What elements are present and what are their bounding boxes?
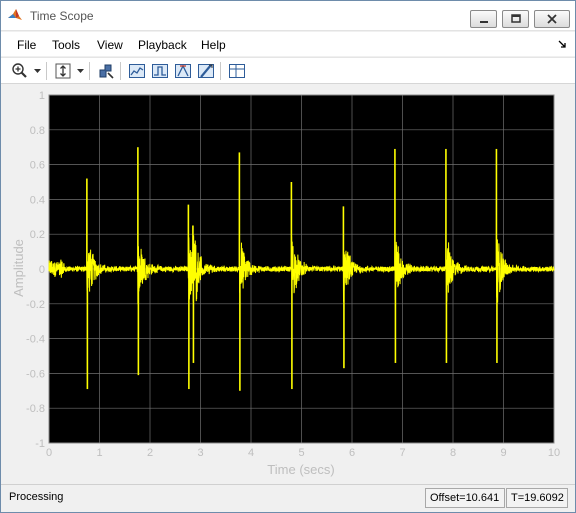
y-tick-label: -0.8 — [26, 403, 45, 415]
y-tick-label: -0.4 — [26, 334, 45, 346]
maximize-button[interactable] — [502, 10, 529, 28]
x-tick-label: 5 — [298, 447, 304, 459]
x-tick-label: 3 — [197, 447, 203, 459]
x-tick-label: 6 — [349, 447, 355, 459]
x-tick-label: 4 — [248, 447, 254, 459]
menu-file[interactable]: File — [17, 38, 36, 52]
offset-readout: Offset=10.641 — [425, 488, 505, 508]
peak-finder-icon[interactable] — [174, 62, 192, 80]
time-scope-window: Time Scope File Tools View Playback Help — [0, 0, 576, 513]
toolbar-separator — [120, 62, 121, 80]
x-axis-label: Time (secs) — [267, 462, 334, 477]
bilevel-measurements-icon[interactable] — [151, 62, 169, 80]
time-readout: T=19.6092 — [506, 488, 568, 508]
zoom-dropdown-arrow-icon[interactable] — [34, 69, 41, 74]
cursor-measurements-icon[interactable] — [197, 62, 215, 80]
configuration-properties-icon[interactable] — [228, 62, 246, 80]
menu-help[interactable]: Help — [201, 38, 226, 52]
time-scope-chart[interactable]: 0 1 2 3 4 5 6 7 8 9 10 -1 -0.8 -0.6 -0.4 -0.2 0 0.2 0.4 0.6… — [1, 85, 575, 484]
y-axis-label: Amplitude — [11, 239, 26, 297]
x-tick-label: 7 — [399, 447, 405, 459]
x-tick-label: 8 — [450, 447, 456, 459]
close-icon — [547, 14, 557, 24]
close-button[interactable] — [534, 10, 570, 28]
y-tick-label: 0.2 — [30, 229, 45, 241]
y-tick-label: -0.2 — [26, 299, 45, 311]
y-tick-label: -1 — [35, 438, 45, 450]
y-tick-label: 0.6 — [30, 160, 45, 172]
zoom-in-icon[interactable] — [11, 62, 29, 80]
toolbar-separator — [220, 62, 221, 80]
toolbar-separator — [46, 62, 47, 80]
scale-axes-icon[interactable] — [54, 62, 72, 80]
toolbar — [1, 57, 575, 84]
menu-view[interactable]: View — [97, 38, 123, 52]
x-tick-label: 9 — [500, 447, 506, 459]
y-tick-label: 0.8 — [30, 125, 45, 137]
signal-statistics-icon[interactable] — [128, 62, 146, 80]
menu-bar: File Tools View Playback Help — [1, 32, 575, 56]
maximize-icon — [511, 14, 521, 23]
y-tick-label: 0 — [39, 264, 45, 276]
y-tick-label: -0.6 — [26, 368, 45, 380]
status-bar: Processing Offset=10.641 T=19.6092 — [1, 484, 575, 512]
toolbar-separator — [89, 62, 90, 80]
window-title: Time Scope — [30, 9, 94, 23]
status-text: Processing — [9, 491, 64, 503]
x-tick-label: 1 — [96, 447, 102, 459]
menu-playback[interactable]: Playback — [138, 38, 187, 52]
matlab-logo-icon — [8, 9, 22, 20]
plot-area[interactable]: 0 1 2 3 4 5 6 7 8 9 10 -1 -0.8 -0.6 -0.4 -0.2 0 0.2 0.4 0.6… — [1, 85, 575, 484]
minimize-button[interactable] — [470, 10, 497, 28]
scale-dropdown-arrow-icon[interactable] — [77, 69, 84, 74]
minimize-icon — [480, 21, 488, 23]
menu-tools[interactable]: Tools — [52, 38, 80, 52]
x-tick-label: 10 — [548, 447, 560, 459]
dock-arrow-icon[interactable] — [558, 40, 567, 49]
y-tick-label: 0.4 — [30, 194, 45, 206]
x-tick-label: 0 — [46, 447, 52, 459]
x-tick-label: 2 — [147, 447, 153, 459]
title-bar[interactable]: Time Scope — [1, 1, 575, 31]
highlight-simulink-icon[interactable] — [97, 62, 115, 80]
y-tick-label: 1 — [39, 90, 45, 102]
